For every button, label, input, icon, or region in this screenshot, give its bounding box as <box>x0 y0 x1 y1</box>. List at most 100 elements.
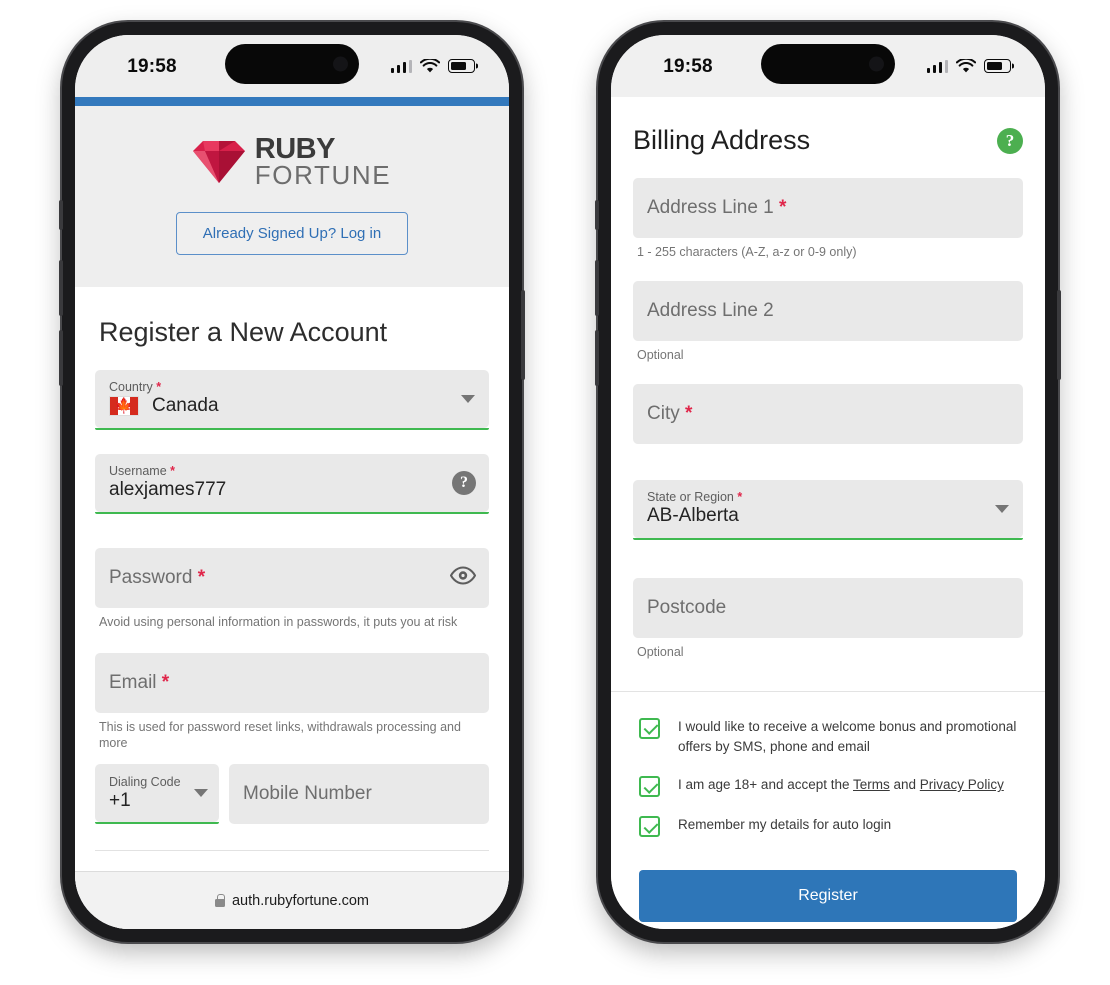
volume-down-button[interactable] <box>59 330 63 386</box>
status-bar-left: 19:58 <box>75 35 509 97</box>
terms-text-before: I am age 18+ and accept the <box>678 777 854 793</box>
battery-icon <box>448 59 475 73</box>
battery-icon <box>984 59 1011 73</box>
checkbox-marketing-label: I would like to receive a welcome bonus … <box>678 718 1017 754</box>
browser-page-right: Billing Address ? Address Line 1 * 1 - 2… <box>611 97 1045 929</box>
field-postcode: Postcode Optional <box>633 577 1023 661</box>
field-state-or-region: State or Region * AB-Alberta <box>633 479 1023 540</box>
power-button[interactable] <box>521 290 525 380</box>
dialing-code-value: +1 <box>109 789 131 811</box>
field-password: Password * Avoid using personal informat… <box>95 547 489 631</box>
address-line-1-input[interactable]: Address Line 1 * <box>633 178 1023 238</box>
field-email: Email * This is used for password reset … <box>95 652 489 753</box>
login-button[interactable]: Already Signed Up? Log in <box>175 211 409 255</box>
billing-header: Billing Address ? <box>611 97 1045 178</box>
chevron-down-icon[interactable] <box>194 789 208 798</box>
phone-number-row: Dialing Code +1 Mobile Number <box>95 764 489 825</box>
brand-header: RUBY FORTUNE Already Signed Up? Log in <box>75 106 509 287</box>
browser-url-bar-left[interactable]: auth.rubyfortune.com <box>75 871 509 929</box>
password-hint: Avoid using personal information in pass… <box>99 614 458 629</box>
email-placeholder: Email * <box>109 671 170 693</box>
address-line-2-placeholder: Address Line 2 <box>647 299 774 321</box>
status-icons <box>390 58 475 74</box>
password-input[interactable]: Password * <box>95 547 489 608</box>
email-input[interactable]: Email * <box>95 652 489 713</box>
state-or-region-select[interactable]: State or Region * AB-Alberta <box>633 479 1023 538</box>
address-line-2-input[interactable]: Address Line 2 <box>633 280 1023 341</box>
volume-up-button[interactable] <box>595 260 599 316</box>
silent-switch[interactable] <box>595 200 599 230</box>
phone-left: 19:58 RUBY FORTUNE Already Signed Up? Lo… <box>59 22 525 942</box>
postcode-input[interactable]: Postcode <box>633 577 1023 638</box>
dialing-code-select[interactable]: Dialing Code +1 <box>95 764 219 823</box>
page-title: Billing Address <box>633 125 811 155</box>
username-label: Username * <box>109 464 176 479</box>
checkbox-row-marketing[interactable]: I would like to receive a welcome bonus … <box>633 708 1023 767</box>
field-address-line-1: Address Line 1 * 1 - 255 characters (A-Z… <box>633 178 1023 261</box>
terms-text-middle: and <box>889 777 920 793</box>
address-line-1-hint: 1 - 255 characters (A-Z, a-z or 0-9 only… <box>637 245 857 259</box>
phone-left-screen: 19:58 RUBY FORTUNE Already Signed Up? Lo… <box>75 35 509 929</box>
phone-right: 19:58 Billing Address ? Address Line 1 *… <box>595 22 1061 942</box>
terms-link[interactable]: Terms <box>853 777 890 792</box>
checkbox-row-remember[interactable]: Remember my details for auto login <box>633 806 1023 846</box>
username-input[interactable]: Username * alexjames777 ? <box>95 453 489 512</box>
checkbox-remember[interactable] <box>639 816 660 838</box>
wifi-icon <box>956 58 976 72</box>
eye-icon[interactable] <box>449 562 477 593</box>
field-dialing-code: Dialing Code +1 <box>95 764 219 825</box>
checkbox-marketing[interactable] <box>639 717 660 739</box>
canada-flag-icon: 🍁 <box>109 396 139 417</box>
help-question-icon[interactable]: ? <box>452 470 476 495</box>
logo-wordmark: RUBY FORTUNE <box>254 134 392 191</box>
country-value-row: 🍁 Canada <box>109 395 445 417</box>
field-city: City * <box>633 383 1023 444</box>
mobile-number-placeholder: Mobile Number <box>243 783 372 805</box>
country-label: Country * <box>109 380 162 395</box>
screenshot-stage: 19:58 RUBY FORTUNE Already Signed Up? Lo… <box>0 0 1110 985</box>
silent-switch[interactable] <box>59 200 63 230</box>
status-bar-right: 19:58 <box>611 35 1045 97</box>
username-value: alexjames777 <box>109 479 227 501</box>
required-marker: * <box>170 464 176 479</box>
field-username: Username * alexjames777 ? <box>95 453 489 514</box>
checkbox-terms[interactable] <box>639 776 660 798</box>
email-hint: This is used for password reset links, w… <box>99 719 461 751</box>
logo-name-bottom: FORTUNE <box>254 160 392 191</box>
form-divider <box>95 850 489 852</box>
postcode-placeholder: Postcode <box>647 596 727 618</box>
city-placeholder: City * <box>647 402 693 424</box>
address-line-2-hint: Optional <box>637 347 684 362</box>
dynamic-island <box>761 44 895 84</box>
required-marker: * <box>156 380 162 395</box>
privacy-policy-link[interactable]: Privacy Policy <box>920 777 1004 792</box>
mobile-number-input[interactable]: Mobile Number <box>229 764 489 825</box>
volume-down-button[interactable] <box>595 330 599 386</box>
state-valid-underline <box>633 537 1023 540</box>
chevron-down-icon[interactable] <box>461 394 475 403</box>
lock-icon <box>214 894 225 907</box>
checkbox-row-terms[interactable]: I am age 18+ and accept the Terms and Pr… <box>633 766 1023 806</box>
page-title: Register a New Account <box>99 316 388 347</box>
volume-up-button[interactable] <box>59 260 63 316</box>
ruby-fortune-logo: RUBY FORTUNE <box>192 134 392 191</box>
chevron-down-icon[interactable] <box>995 504 1009 513</box>
postcode-hint: Optional <box>637 644 684 659</box>
checkbox-terms-label: I am age 18+ and accept the Terms and Pr… <box>678 775 1004 795</box>
required-marker: * <box>685 402 693 424</box>
dialing-code-valid-underline <box>95 822 219 825</box>
url-text: auth.rubyfortune.com <box>231 892 370 909</box>
wifi-icon <box>420 58 440 72</box>
city-input[interactable]: City * <box>633 383 1023 444</box>
register-button[interactable]: Register <box>639 870 1017 923</box>
help-question-icon[interactable]: ? <box>997 127 1023 154</box>
country-valid-underline <box>95 427 489 430</box>
required-marker: * <box>197 566 206 588</box>
power-button[interactable] <box>1057 290 1061 380</box>
country-select[interactable]: Country * 🍁 Canada <box>95 369 489 428</box>
browser-page-left: RUBY FORTUNE Already Signed Up? Log in R… <box>75 97 509 929</box>
dynamic-island <box>225 44 359 84</box>
consent-checkbox-group: I would like to receive a welcome bonus … <box>611 690 1045 847</box>
username-valid-underline <box>95 511 489 514</box>
state-or-region-label: State or Region * <box>647 490 743 505</box>
